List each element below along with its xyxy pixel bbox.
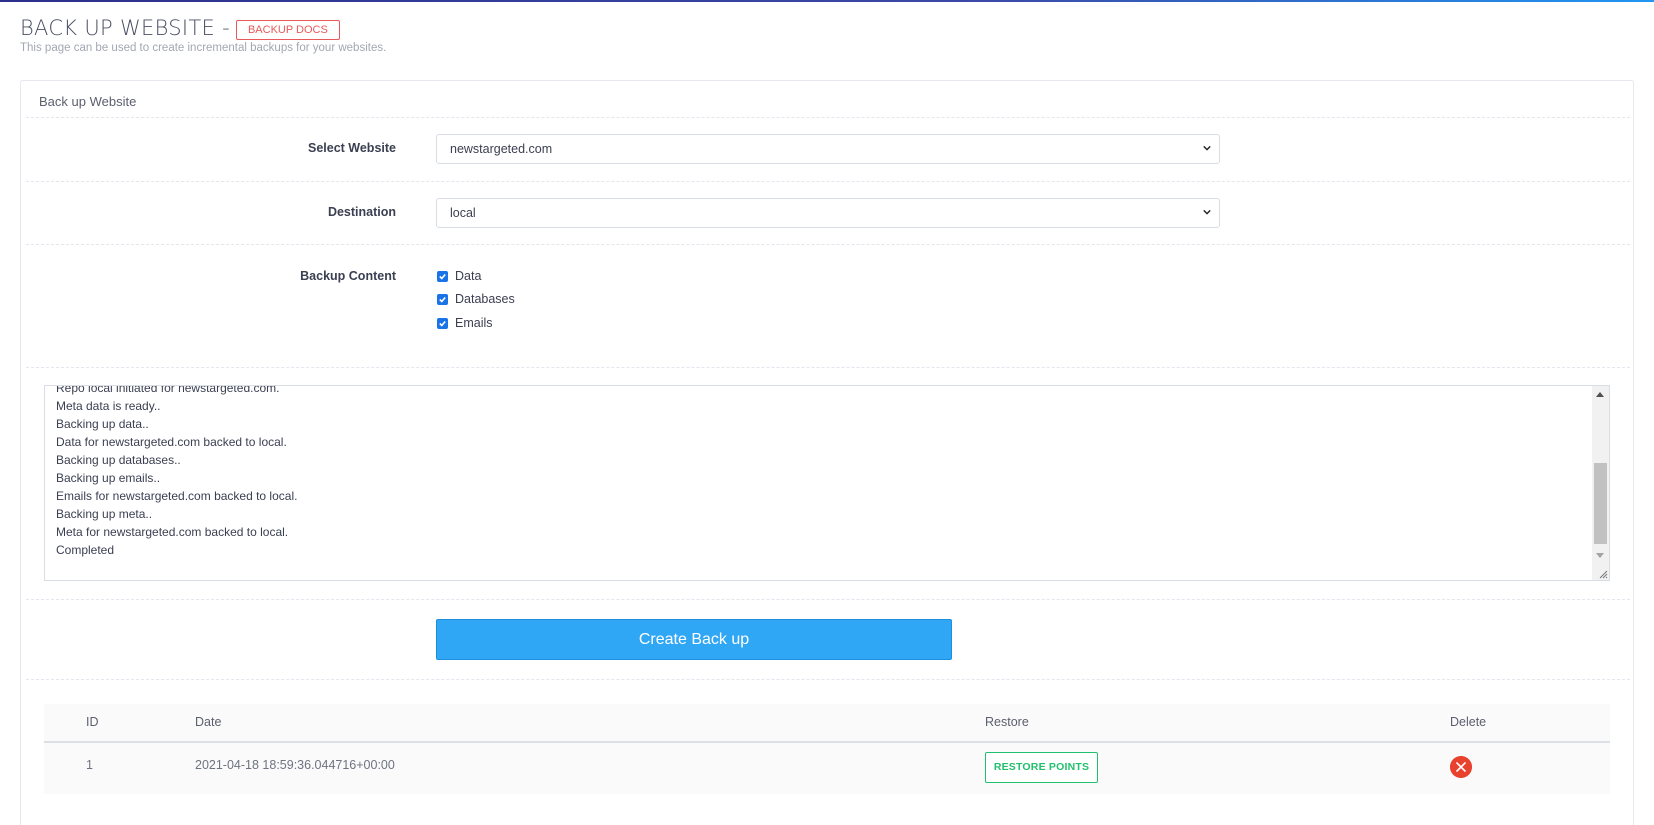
create-backup-button[interactable]: Create Back up (436, 619, 952, 660)
resize-grip-icon[interactable] (1598, 569, 1608, 579)
backup-content-label: Backup Content (300, 269, 396, 283)
cell-date: 2021-04-18 18:59:36.044716+00:00 (195, 758, 395, 772)
backups-table: ID Date Restore Delete 1 2021-04-18 18:5… (44, 704, 1610, 794)
select-website-label: Select Website (307, 141, 396, 155)
divider (26, 181, 1630, 182)
backup-docs-link[interactable]: BACKUP DOCS (235, 19, 340, 40)
checkbox-databases[interactable]: Databases (437, 292, 515, 306)
checkbox-emails[interactable]: Emails (437, 316, 493, 330)
destination-label: Destination (327, 205, 396, 219)
page-title-row: BACK UP WEBSITE - BACKUP DOCS (20, 16, 386, 40)
chevron-down-icon (1203, 145, 1211, 151)
checkbox-checked-icon[interactable] (437, 317, 448, 329)
checkbox-label: Data (455, 269, 482, 283)
destination-select-value: local (450, 206, 476, 220)
page-header: BACK UP WEBSITE - BACKUP DOCS This page … (20, 16, 386, 54)
divider (26, 679, 1630, 680)
checkbox-label: Emails (455, 316, 493, 330)
delete-icon[interactable] (1450, 756, 1472, 778)
scrollbar-thumb[interactable] (1594, 463, 1607, 544)
restore-points-button[interactable]: RESTORE POINTS (985, 752, 1098, 783)
checkbox-checked-icon[interactable] (437, 293, 448, 305)
checkbox-checked-icon[interactable] (437, 270, 448, 282)
divider (26, 244, 1630, 245)
scroll-down-arrow-icon[interactable] (1596, 553, 1604, 558)
cell-id: 1 (86, 758, 93, 772)
panel-heading: Back up Website (39, 94, 137, 109)
log-line: Data for newstargeted.com backed to loca… (56, 435, 287, 449)
log-scrollbar[interactable] (1592, 386, 1609, 580)
page-title: BACK UP WEBSITE - (20, 16, 230, 40)
column-header-date: Date (195, 715, 222, 729)
backup-panel: Back up Website Select Website newstarge… (20, 80, 1634, 825)
log-line: Repo local initiated for newstargeted.co… (56, 385, 280, 395)
column-header-restore: Restore (985, 715, 1029, 729)
page-subtitle: This page can be used to create incremen… (20, 42, 387, 54)
log-lines: Repo local initiated for newstargeted.co… (56, 385, 298, 559)
log-line: Meta data is ready.. (56, 399, 161, 413)
log-line: Backing up databases.. (56, 453, 181, 467)
log-line: Backing up data.. (56, 417, 149, 431)
table-header-border (44, 741, 1610, 743)
column-header-id: ID (86, 715, 99, 729)
log-line: Emails for newstargeted.com backed to lo… (56, 489, 298, 503)
chevron-down-icon (1203, 209, 1211, 215)
divider (26, 117, 1630, 118)
scroll-up-arrow-icon[interactable] (1596, 392, 1604, 397)
checkbox-label: Databases (455, 292, 515, 306)
log-line: Completed (56, 543, 115, 557)
backup-log-textarea[interactable]: Repo local initiated for newstargeted.co… (44, 385, 1610, 581)
website-select-value: newstargeted.com (450, 142, 553, 156)
log-line: Backing up emails.. (56, 471, 161, 485)
column-header-delete: Delete (1450, 715, 1487, 729)
divider (26, 367, 1630, 368)
destination-select[interactable]: local (436, 198, 1220, 228)
log-line: Backing up meta.. (56, 507, 153, 521)
website-select[interactable]: newstargeted.com (436, 134, 1220, 164)
checkbox-data[interactable]: Data (437, 269, 481, 283)
divider (26, 599, 1630, 600)
log-line: Meta for newstargeted.com backed to loca… (56, 525, 289, 539)
top-accent-bar (0, 0, 1654, 2)
